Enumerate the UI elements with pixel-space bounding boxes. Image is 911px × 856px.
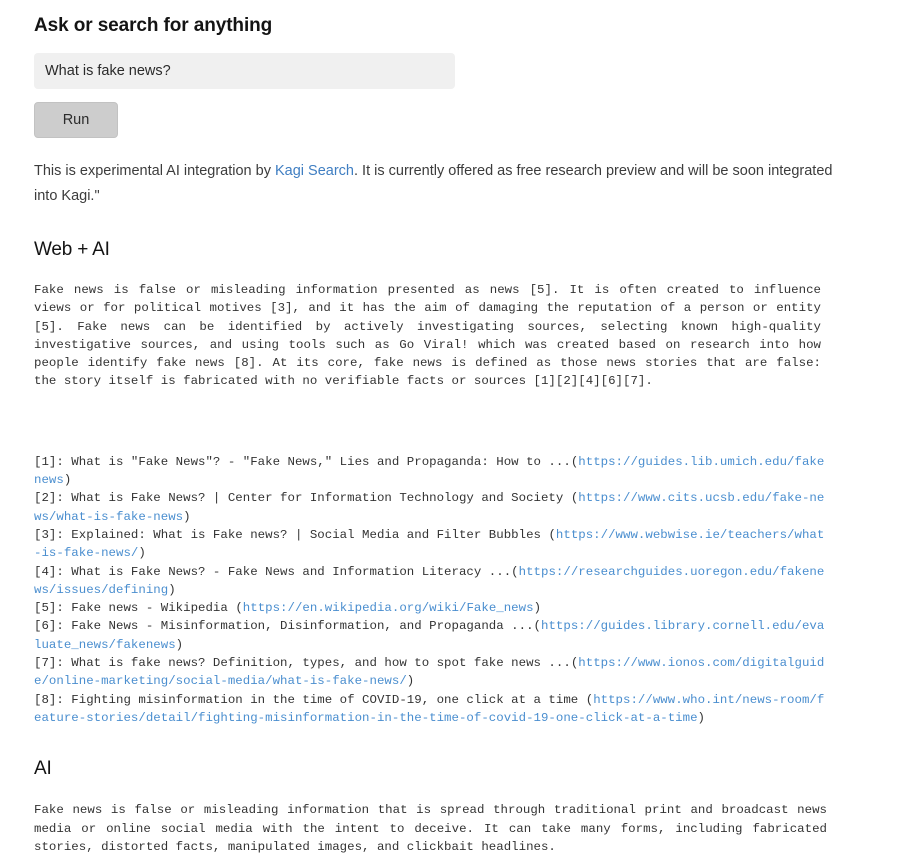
reference-label: [5]: Fake news - Wikipedia: [34, 601, 236, 616]
paren-open: (: [533, 619, 541, 634]
reference-label: [4]: What is Fake News? - Fake News and …: [34, 564, 512, 579]
reference-item: [8]: Fighting misinformation in the time…: [34, 691, 829, 728]
search-input[interactable]: [34, 53, 455, 89]
kagi-search-link[interactable]: Kagi Search: [275, 163, 354, 179]
notice-text-before: This is experimental AI integration by: [34, 163, 275, 179]
paren-open: (: [511, 564, 519, 579]
reference-item: [2]: What is Fake News? | Center for Inf…: [34, 489, 829, 526]
reference-label: [2]: What is Fake News? | Center for Inf…: [34, 491, 571, 506]
paren-close: ): [697, 710, 706, 725]
reference-label: [3]: Explained: What is Fake news? | Soc…: [34, 527, 549, 542]
page-container: Ask or search for anything Run This is e…: [0, 0, 911, 856]
reference-label: [7]: What is fake news? Definition, type…: [34, 656, 571, 671]
reference-label: [8]: Fighting misinformation in the time…: [34, 692, 586, 707]
paren-close: ): [63, 473, 72, 488]
reference-item: [7]: What is fake news? Definition, type…: [34, 654, 829, 691]
reference-item: [6]: Fake News - Misinformation, Disinfo…: [34, 617, 829, 654]
paren-close: ): [183, 509, 191, 524]
reference-item: [3]: Explained: What is Fake news? | Soc…: [34, 526, 829, 563]
reference-label: [1]: What is "Fake News"? - "Fake News,"…: [34, 454, 571, 469]
run-button[interactable]: Run: [34, 102, 118, 138]
reference-label: [6]: Fake News - Misinformation, Disinfo…: [34, 619, 534, 634]
reference-item: [5]: Fake news - Wikipedia (https://en.w…: [34, 599, 829, 617]
web-ai-heading: Web + AI: [34, 239, 110, 260]
reference-item: [1]: What is "Fake News"? - "Fake News,"…: [34, 453, 829, 490]
paren-close: ): [406, 674, 415, 689]
paren-close: ): [533, 601, 542, 616]
reference-link[interactable]: https://en.wikipedia.org/wiki/Fake_news: [243, 601, 534, 615]
ai-heading: AI: [34, 758, 52, 780]
paren-open: (: [235, 601, 243, 616]
web-ai-answer: Fake news is false or misleading informa…: [34, 283, 821, 389]
paren-close: ): [138, 546, 146, 561]
paren-close: ): [175, 637, 184, 652]
references-list: [1]: What is "Fake News"? - "Fake News,"…: [34, 453, 829, 727]
ai-answer: Fake news is false or misleading informa…: [34, 803, 827, 854]
page-title: Ask or search for anything: [34, 15, 273, 36]
experimental-notice: This is experimental AI integration by K…: [34, 159, 834, 209]
paren-open: (: [548, 527, 556, 542]
paren-close: ): [168, 582, 176, 597]
reference-item: [4]: What is Fake News? - Fake News and …: [34, 563, 829, 600]
